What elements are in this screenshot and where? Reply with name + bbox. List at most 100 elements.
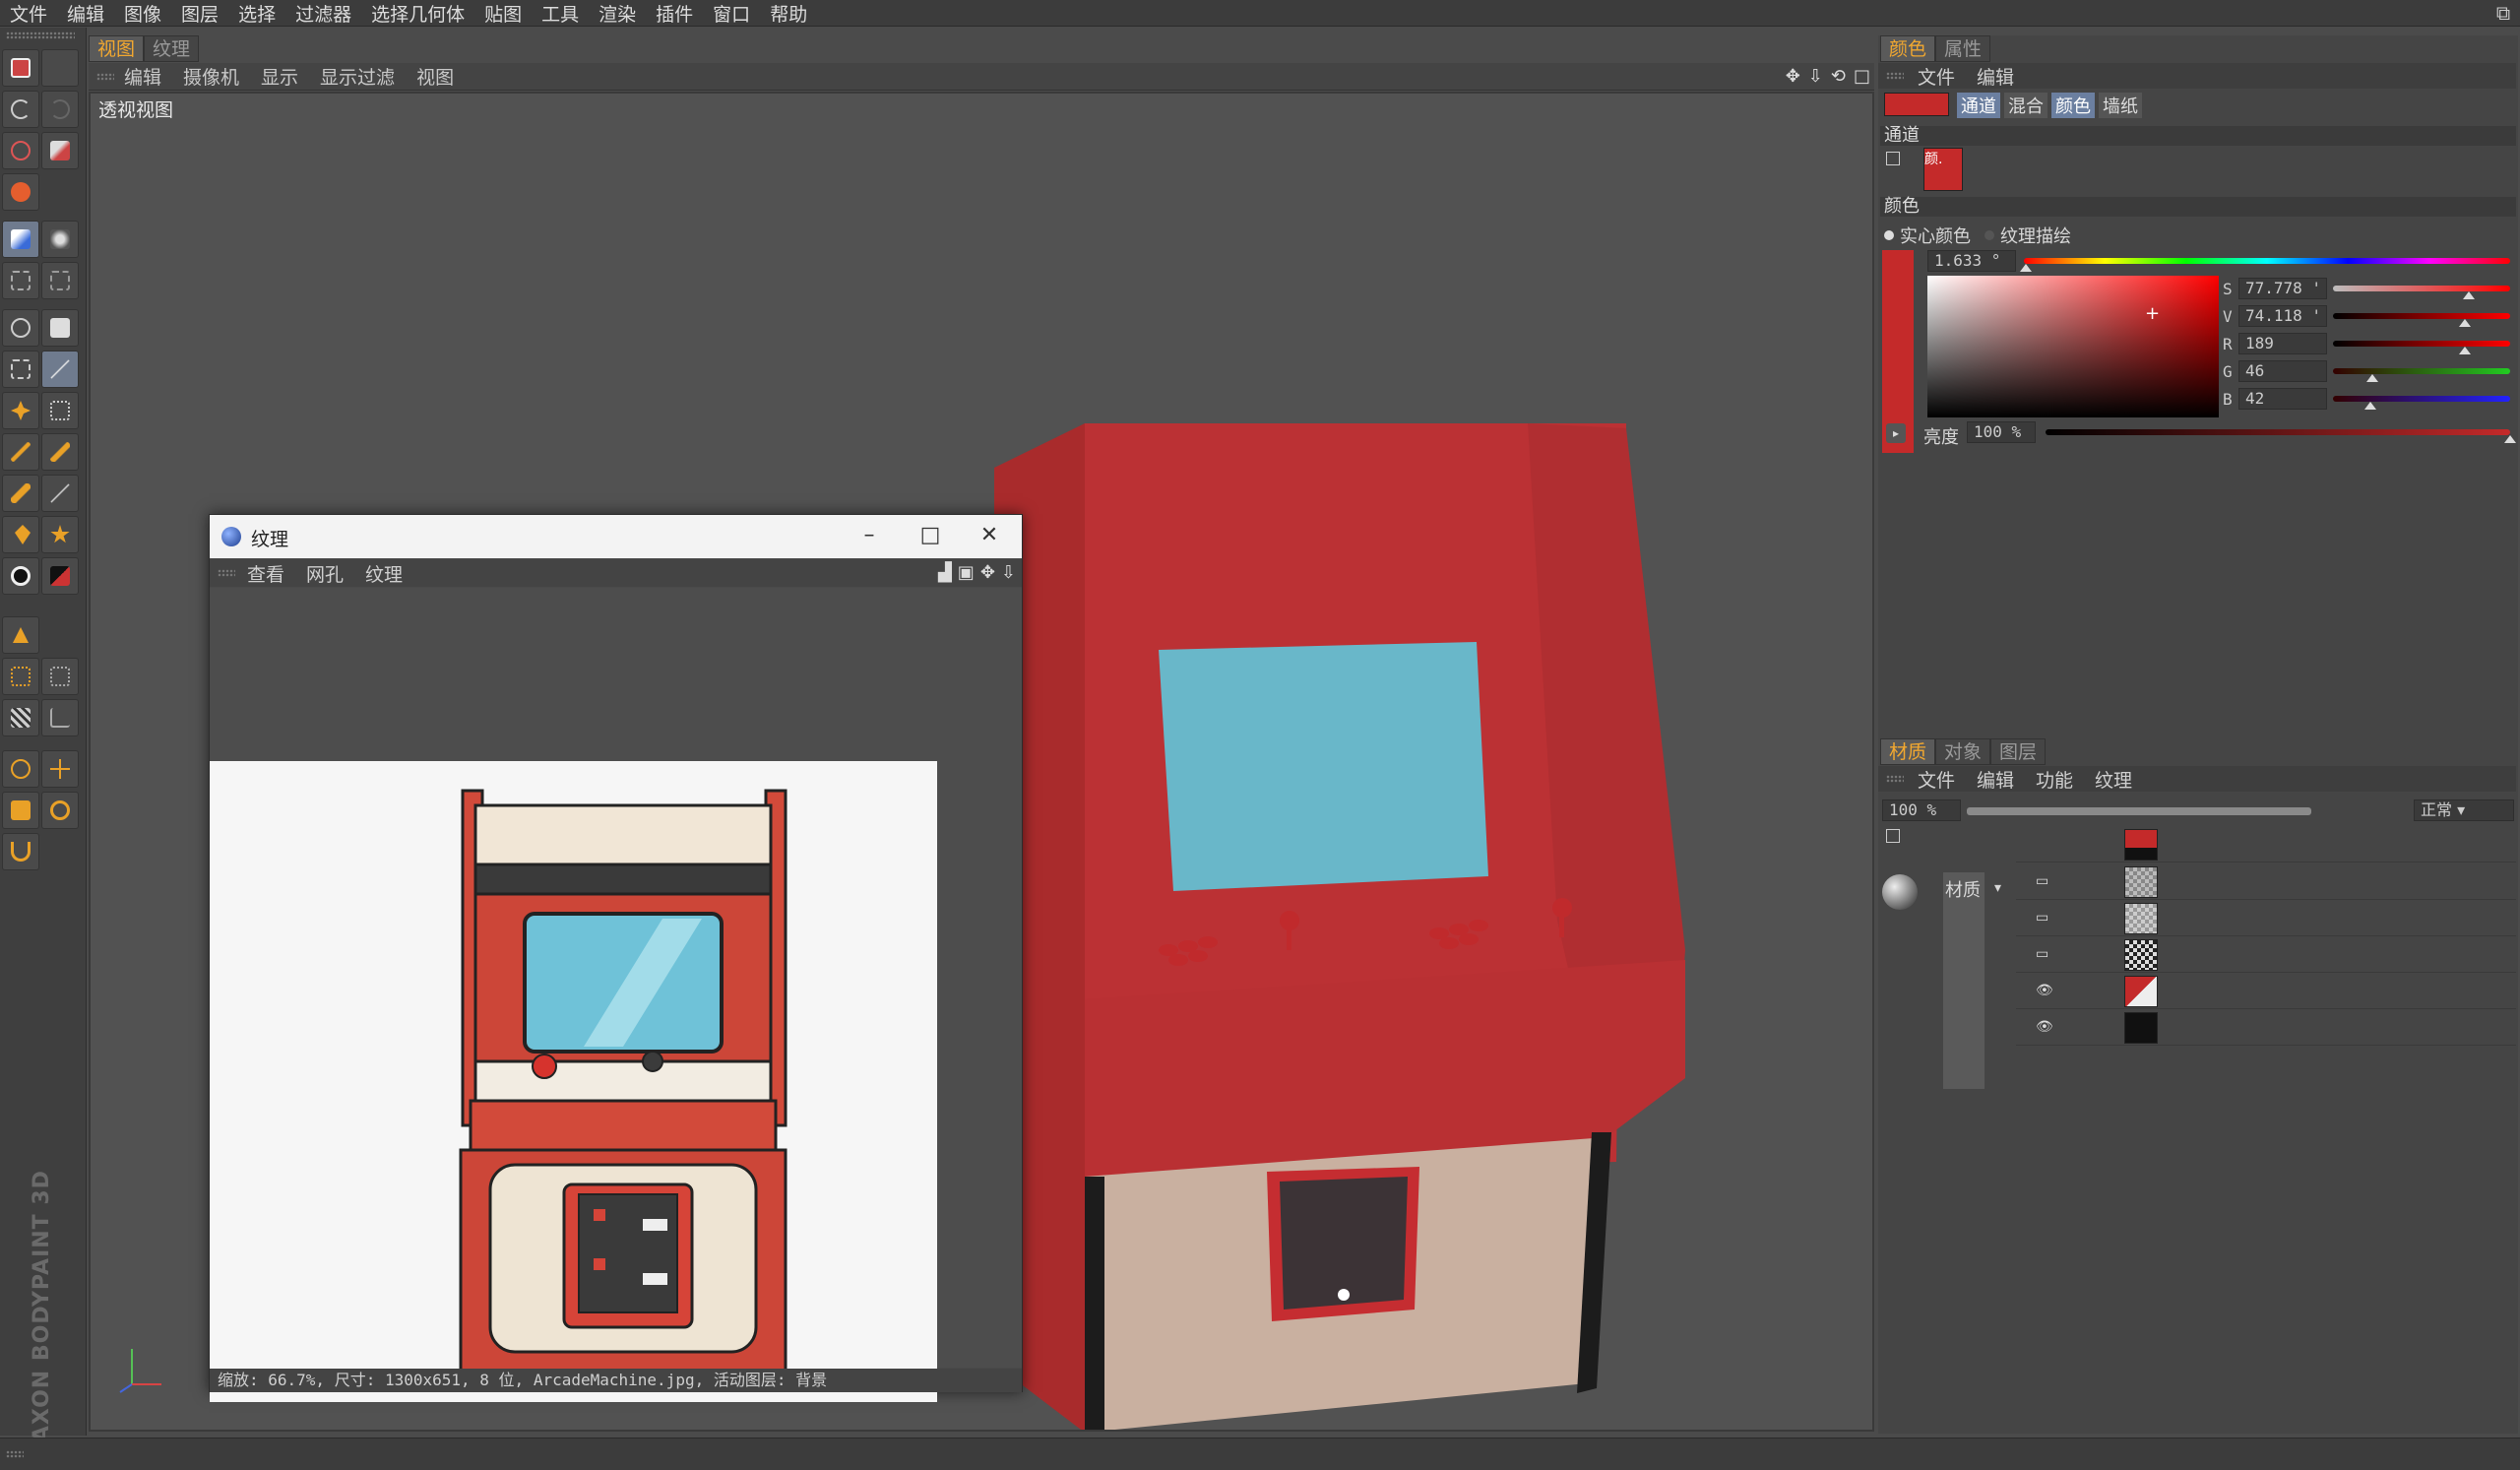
saturation-value-picker[interactable] [1927,276,2219,417]
viewport-menu-edit[interactable]: 编辑 [124,63,161,90]
tab-layers[interactable]: 图层 [1990,738,2047,765]
pan-icon[interactable]: ✥ [980,562,995,583]
mode-blend-button[interactable]: 混合 [2004,93,2048,118]
eraser-icon[interactable] [2,475,39,512]
status-grip[interactable] [6,1450,24,1458]
tab-view[interactable]: 视图 [89,35,145,62]
s-slider-knob[interactable] [2463,291,2475,299]
color-menu-edit[interactable]: 编辑 [1977,63,2014,90]
g-slider-knob[interactable] [2366,374,2378,382]
b-slider[interactable] [2333,396,2510,402]
toolbar-grip[interactable] [6,32,75,39]
layer-visibility-icon[interactable]: 👁 [2036,1020,2055,1034]
close-icon[interactable]: ✕ [970,521,1009,550]
star-shape-icon[interactable] [41,516,79,553]
mode-wallpaper-button[interactable]: 墙纸 [2099,93,2142,118]
layer-row-3[interactable]: ▭ [2016,937,2516,973]
color-menu-file[interactable]: 文件 [1918,63,1955,90]
menu-filter[interactable]: 过滤器 [295,0,351,27]
channel-color-swatch[interactable]: 颜. [1923,148,1963,191]
picker-crosshair-icon[interactable]: + [2145,303,2160,324]
texture-menu-view[interactable]: 查看 [247,560,284,587]
clone-icon[interactable] [41,475,79,512]
layer-visibility-icon[interactable]: ▭ [2036,874,2055,888]
rect-select-icon[interactable] [2,351,39,388]
mode-color-button[interactable]: 颜色 [2051,93,2095,118]
material-name[interactable]: 材质 [1945,876,1981,902]
texture-window-titlebar[interactable]: 纹理 – □ ✕ [210,515,1022,558]
material-menu-edit[interactable]: 编辑 [1977,766,2014,793]
camera-icon[interactable] [41,309,79,347]
texture-canvas[interactable] [210,588,1022,1402]
points-mode-icon[interactable] [2,658,39,695]
material-menu-grip[interactable] [1886,775,1904,783]
menu-edit[interactable]: 编辑 [67,0,104,27]
hue-slider[interactable] [2024,258,2510,264]
expand-arrow-icon[interactable]: ▸ [1886,423,1906,443]
polygon-tool-icon[interactable] [2,616,39,654]
lasso-icon[interactable] [2,132,39,169]
b-slider-knob[interactable] [2364,402,2376,410]
v-field[interactable]: 74.118 ' [2238,305,2327,327]
menu-plugins[interactable]: 插件 [656,0,693,27]
dolly-icon[interactable]: ⇩ [1808,66,1823,87]
hue-field[interactable]: 1.633 ° [1927,250,2016,272]
material-channel-icon[interactable] [1886,829,1900,843]
viewport-menu-display[interactable]: 显示 [261,63,298,90]
current-color-swatch[interactable] [1884,93,1949,116]
r-field[interactable]: 189 [2238,333,2327,354]
tab-color[interactable]: 颜色 [1880,35,1936,62]
viewport-menu-view[interactable]: 视图 [416,63,454,90]
menu-select[interactable]: 选择 [238,0,276,27]
magnet-icon[interactable] [2,833,39,870]
perspective-viewport[interactable]: 透视视图 纹理 – □ ✕ 查看 网孔 纹理 ▟ ▣ ✥ ⇩ 缩放: 66.7%… [89,92,1874,1432]
color-swap-icon[interactable] [41,557,79,595]
b-field[interactable]: 42 [2238,388,2327,410]
redo-icon[interactable] [41,91,79,128]
menu-texture[interactable]: 贴图 [484,0,522,27]
brush-preset-icon[interactable] [2,557,39,595]
layer-row-2[interactable]: ▭ [2016,901,2516,936]
pencil-icon[interactable] [2,433,39,471]
paint-3d-icon[interactable] [2,221,39,258]
pan-icon[interactable]: ✥ [1786,66,1800,87]
hue-slider-knob[interactable] [2020,264,2032,272]
tab-texture[interactable]: 纹理 [144,35,200,62]
layer-row-5[interactable]: 👁 [2016,1010,2516,1046]
mode-channel-button[interactable]: 通道 [1957,93,2000,118]
layer-row-color[interactable] [2016,827,2516,863]
brush-icon[interactable] [41,433,79,471]
maximize-icon[interactable]: □ [1854,66,1870,87]
r-slider[interactable] [2333,341,2510,347]
layer-visibility-icon[interactable]: ▭ [2036,911,2055,925]
material-menu-texture[interactable]: 纹理 [2095,766,2132,793]
viewport-menu-camera[interactable]: 摄像机 [183,63,239,90]
layer-row-4[interactable]: 👁 [2016,974,2516,1009]
menu-render[interactable]: 渲染 [598,0,636,27]
layout-icon[interactable] [2,49,39,87]
app-close-icon[interactable]: ⧉ [2492,2,2514,24]
blend-mode-select[interactable]: 正常 ▾ [2414,799,2514,821]
menu-window[interactable]: 窗口 [713,0,750,27]
r-slider-knob[interactable] [2459,347,2471,354]
orbit-icon[interactable]: ⟲ [1831,66,1846,87]
brightness-slider[interactable] [2046,429,2510,435]
viewport-menu-filter[interactable]: 显示过滤 [320,63,395,90]
layer-opacity-field[interactable]: 100 % [1882,799,1961,821]
transform-icon[interactable] [41,392,79,429]
menu-image[interactable]: 图像 [124,0,161,27]
magic-wand-icon[interactable] [41,351,79,388]
material-menu-file[interactable]: 文件 [1918,766,1955,793]
brightness-field[interactable]: 100 % [1967,421,2036,443]
live-select-icon[interactable] [2,750,39,788]
layer-row-1[interactable]: ▭ [2016,864,2516,900]
brightness-slider-knob[interactable] [2504,435,2516,443]
edges-mode-icon[interactable] [41,658,79,695]
menu-select-geometry[interactable]: 选择几何体 [371,0,465,27]
viewport-menu-grip[interactable] [96,73,114,81]
v-slider[interactable] [2333,313,2510,319]
channel-icon[interactable] [1886,152,1900,165]
menu-file[interactable]: 文件 [10,0,47,27]
menu-help[interactable]: 帮助 [770,0,807,27]
minimize-icon[interactable]: – [850,521,889,550]
